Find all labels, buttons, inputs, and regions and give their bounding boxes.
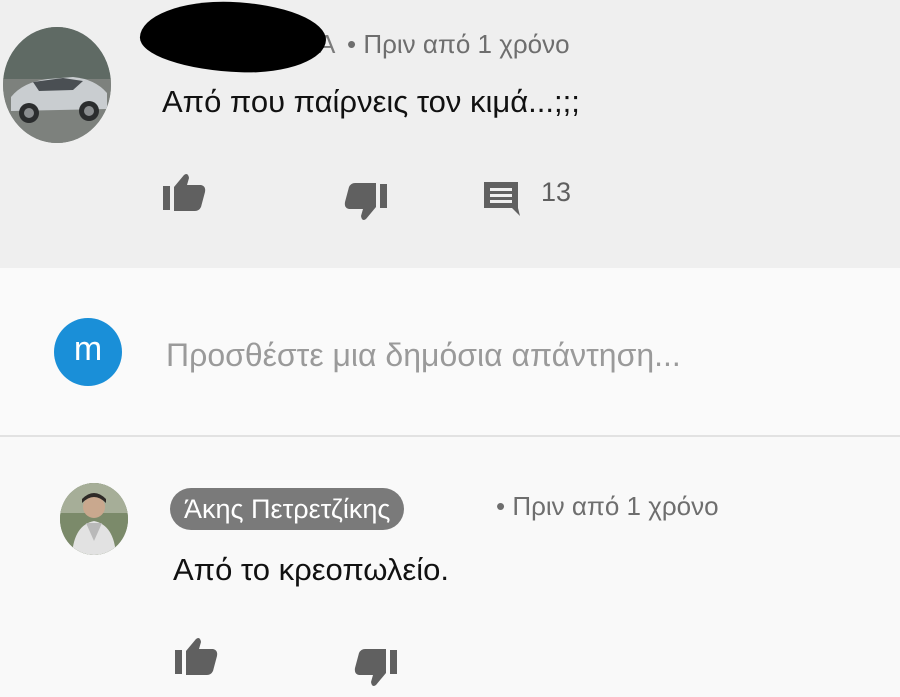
comment-icon[interactable] bbox=[482, 180, 522, 218]
reply-thumb-up-icon[interactable] bbox=[172, 634, 220, 678]
thumb-down-icon[interactable] bbox=[342, 180, 390, 224]
person-image bbox=[60, 483, 128, 555]
commenter-avatar[interactable] bbox=[3, 27, 111, 143]
creator-name-badge[interactable]: Άκης Πετρετζίκης bbox=[170, 488, 405, 530]
divider bbox=[0, 435, 900, 437]
user-avatar: m bbox=[54, 318, 122, 386]
comment-timestamp[interactable]: • Πριν από 1 χρόνο bbox=[347, 29, 570, 60]
reply-count[interactable]: 13 bbox=[541, 177, 571, 208]
car-image bbox=[3, 27, 111, 143]
creator-avatar[interactable] bbox=[60, 483, 128, 555]
reply-input[interactable] bbox=[166, 333, 866, 377]
reply-text: Από το κρεοπωλείο. bbox=[173, 552, 449, 587]
thumb-up-icon[interactable] bbox=[160, 170, 208, 214]
comment-text: Από που παίρνεις τον κιμά...;;; bbox=[162, 84, 580, 119]
reply-thumb-down-icon[interactable] bbox=[352, 646, 400, 690]
reply-timestamp[interactable]: • Πριν από 1 χρόνο bbox=[496, 491, 719, 522]
